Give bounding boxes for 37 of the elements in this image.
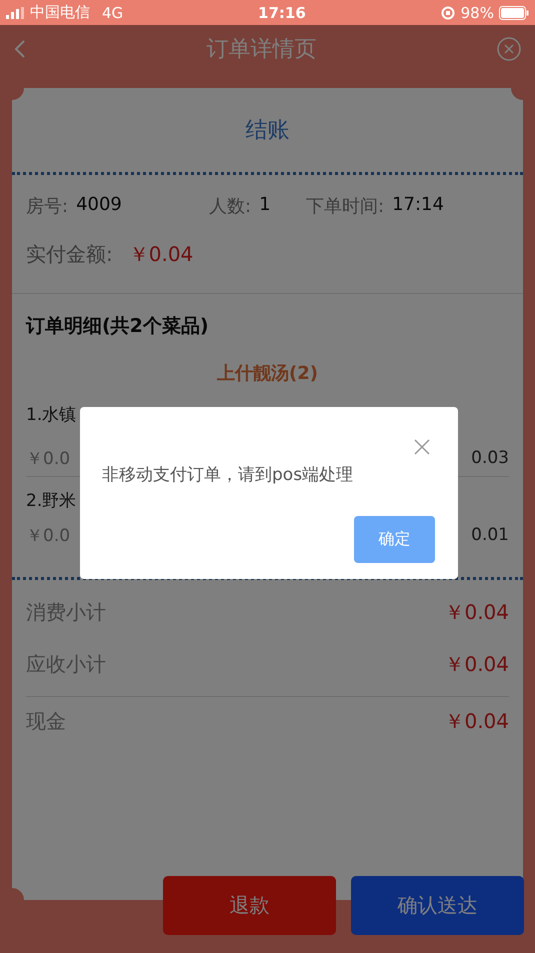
- info-value: 1: [259, 194, 271, 217]
- dish-name: 2.野米: [26, 490, 76, 512]
- page-title: 订单详情页: [206, 36, 316, 64]
- paid-label: 实付金额:: [26, 240, 113, 268]
- clock: 17:16: [258, 4, 306, 22]
- dish-price: ￥0.0: [26, 524, 70, 546]
- info-label: 房号:: [26, 195, 68, 218]
- rotation-lock-icon: [440, 6, 455, 20]
- summary-amount: ￥0.04: [444, 650, 509, 678]
- refund-button[interactable]: 退款: [163, 876, 336, 935]
- summary-amount: ￥0.04: [444, 708, 509, 734]
- dish-total: 0.03: [471, 448, 509, 468]
- ok-button[interactable]: 确定: [354, 516, 435, 563]
- card-title: 结账: [246, 117, 290, 145]
- summary-label: 消费小计: [26, 598, 106, 626]
- close-icon[interactable]: [414, 439, 430, 455]
- dish-price: ￥0.0: [26, 448, 70, 470]
- summary-label: 应收小计: [26, 650, 106, 678]
- summary-amount: ￥0.04: [444, 598, 509, 626]
- info-label: 人数:: [209, 195, 252, 218]
- paid-amount: ￥0.04: [128, 240, 194, 268]
- carrier: 中国电信: [30, 3, 90, 22]
- dialog-message: 非移动支付订单，请到pos端处理: [102, 464, 354, 486]
- back-icon[interactable]: [14, 40, 26, 58]
- info-label: 下单时间:: [306, 195, 384, 218]
- category-heading: 上什靓汤(2): [217, 362, 318, 385]
- info-value: 17:14: [392, 194, 444, 217]
- network-type: 4G: [102, 4, 124, 22]
- battery-icon: [498, 6, 529, 20]
- signal-icon: [6, 6, 24, 18]
- summary-label: 现金: [26, 708, 66, 734]
- confirm-button[interactable]: 确认送达: [351, 876, 524, 935]
- dish-total: 0.01: [471, 525, 509, 545]
- battery-percent: 98%: [460, 4, 494, 22]
- dish-name: 1.水镇: [26, 404, 76, 426]
- details-heading: 订单明细(共2个菜品): [26, 314, 209, 339]
- info-value: 4009: [76, 194, 122, 217]
